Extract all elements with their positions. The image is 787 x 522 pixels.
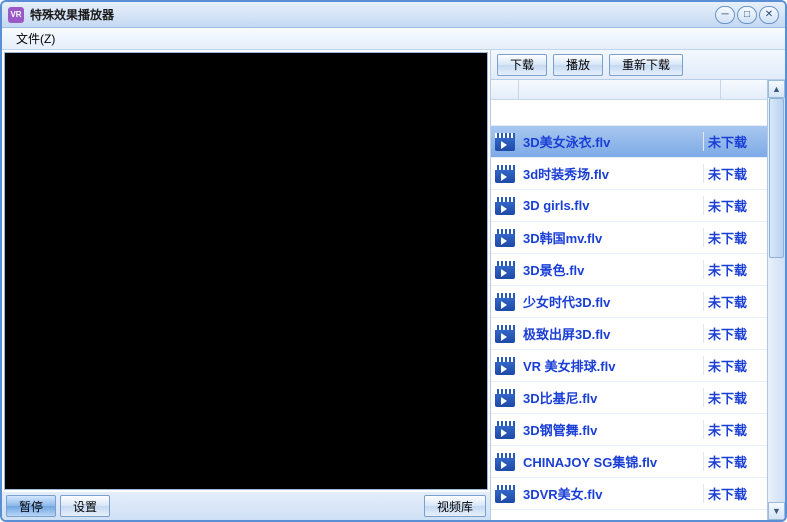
list-item[interactable]: 3D美女泳衣.flv未下载 [491,126,767,158]
list-item[interactable]: 3D钢管舞.flv未下载 [491,414,767,446]
close-icon: ✕ [765,9,773,20]
maximize-icon: □ [744,9,750,20]
video-file-icon [495,165,515,183]
list-item-status: 未下载 [703,196,767,215]
maximize-button[interactable]: □ [737,6,757,24]
list-item[interactable]: 极致出屏3D.flv未下载 [491,318,767,350]
list-item-name: 3D景色.flv [519,260,703,279]
minimize-button[interactable]: ─ [715,6,735,24]
list-item-name: 3D美女泳衣.flv [519,132,703,151]
list-item[interactable]: CHINAJOY SG集锦.flv未下载 [491,446,767,478]
list-item-status: 未下载 [703,164,767,183]
video-file-icon [495,453,515,471]
settings-button[interactable]: 设置 [60,495,110,517]
header-col-icon[interactable] [491,80,519,99]
list-item-name: CHINAJOY SG集锦.flv [519,452,703,471]
list-item-name: 3d时装秀场.flv [519,164,703,183]
menu-bar: 文件(Z) [2,28,785,50]
video-file-icon [495,133,515,151]
list-item-status: 未下载 [703,420,767,439]
app-window: VR 特殊效果播放器 ─ □ ✕ 文件(Z) 暂停 设置 视频库 下载 播放 重… [0,0,787,522]
list-item-status: 未下载 [703,132,767,151]
minimize-icon: ─ [721,9,728,20]
video-file-icon [495,389,515,407]
list-item[interactable]: 3D韩国mv.flv未下载 [491,222,767,254]
right-panel: 下载 播放 重新下载 3D美女泳衣.flv未下载3d时装秀场.flv未下载3D … [491,50,785,520]
list-item-name: 极致出屏3D.flv [519,324,703,343]
list-item[interactable]: 3D景色.flv未下载 [491,254,767,286]
content-area: 暂停 设置 视频库 下载 播放 重新下载 [2,50,785,520]
redownload-button[interactable]: 重新下载 [609,54,683,76]
list-body: 3D美女泳衣.flv未下载3d时装秀场.flv未下载3D girls.flv未下… [491,100,767,520]
list-item[interactable]: 3DVR美女.flv未下载 [491,478,767,510]
playback-toolbar: 暂停 设置 视频库 [2,492,490,520]
play-button[interactable]: 播放 [553,54,603,76]
vertical-scrollbar[interactable]: ▲ ▼ [767,80,785,520]
video-file-icon [495,325,515,343]
list-item-name: 3D girls.flv [519,198,703,213]
list-item-status: 未下载 [703,260,767,279]
list-item-status: 未下载 [703,484,767,503]
list-item-status: 未下载 [703,228,767,247]
list-item-status: 未下载 [703,452,767,471]
library-button[interactable]: 视频库 [424,495,486,517]
close-button[interactable]: ✕ [759,6,779,24]
list-item-name: 3D韩国mv.flv [519,228,703,247]
video-file-icon [495,197,515,215]
list-row-blank [491,100,767,126]
scroll-down-button[interactable]: ▼ [768,502,785,520]
list-item-status: 未下载 [703,292,767,311]
list-item-name: 少女时代3D.flv [519,292,703,311]
pause-button[interactable]: 暂停 [6,495,56,517]
app-icon: VR [8,7,24,23]
window-title: 特殊效果播放器 [30,6,715,23]
list-toolbar: 下载 播放 重新下载 [491,50,785,80]
video-viewport[interactable] [4,52,488,490]
video-file-icon [495,229,515,247]
list-item[interactable]: 3D girls.flv未下载 [491,190,767,222]
video-file-icon [495,357,515,375]
header-col-name[interactable] [519,80,721,99]
video-file-icon [495,421,515,439]
left-panel: 暂停 设置 视频库 [2,50,491,520]
download-button[interactable]: 下载 [497,54,547,76]
list-item-name: 3DVR美女.flv [519,484,703,503]
list-item-name: 3D比基尼.flv [519,388,703,407]
list-item[interactable]: 3d时装秀场.flv未下载 [491,158,767,190]
list-item[interactable]: VR 美女排球.flv未下载 [491,350,767,382]
title-bar[interactable]: VR 特殊效果播放器 ─ □ ✕ [2,2,785,28]
list-header [491,80,785,100]
list-item-status: 未下载 [703,356,767,375]
list-item-status: 未下载 [703,324,767,343]
list-item[interactable]: 少女时代3D.flv未下载 [491,286,767,318]
video-file-icon [495,485,515,503]
list-item-name: 3D钢管舞.flv [519,420,703,439]
list-item[interactable]: 3D比基尼.flv未下载 [491,382,767,414]
video-file-icon [495,293,515,311]
list-item-name: VR 美女排球.flv [519,356,703,375]
scroll-up-button[interactable]: ▲ [768,80,785,98]
video-list: 3D美女泳衣.flv未下载3d时装秀场.flv未下载3D girls.flv未下… [491,80,785,520]
video-file-icon [495,261,515,279]
menu-file[interactable]: 文件(Z) [10,28,61,49]
list-item-status: 未下载 [703,388,767,407]
scroll-thumb[interactable] [769,98,784,258]
